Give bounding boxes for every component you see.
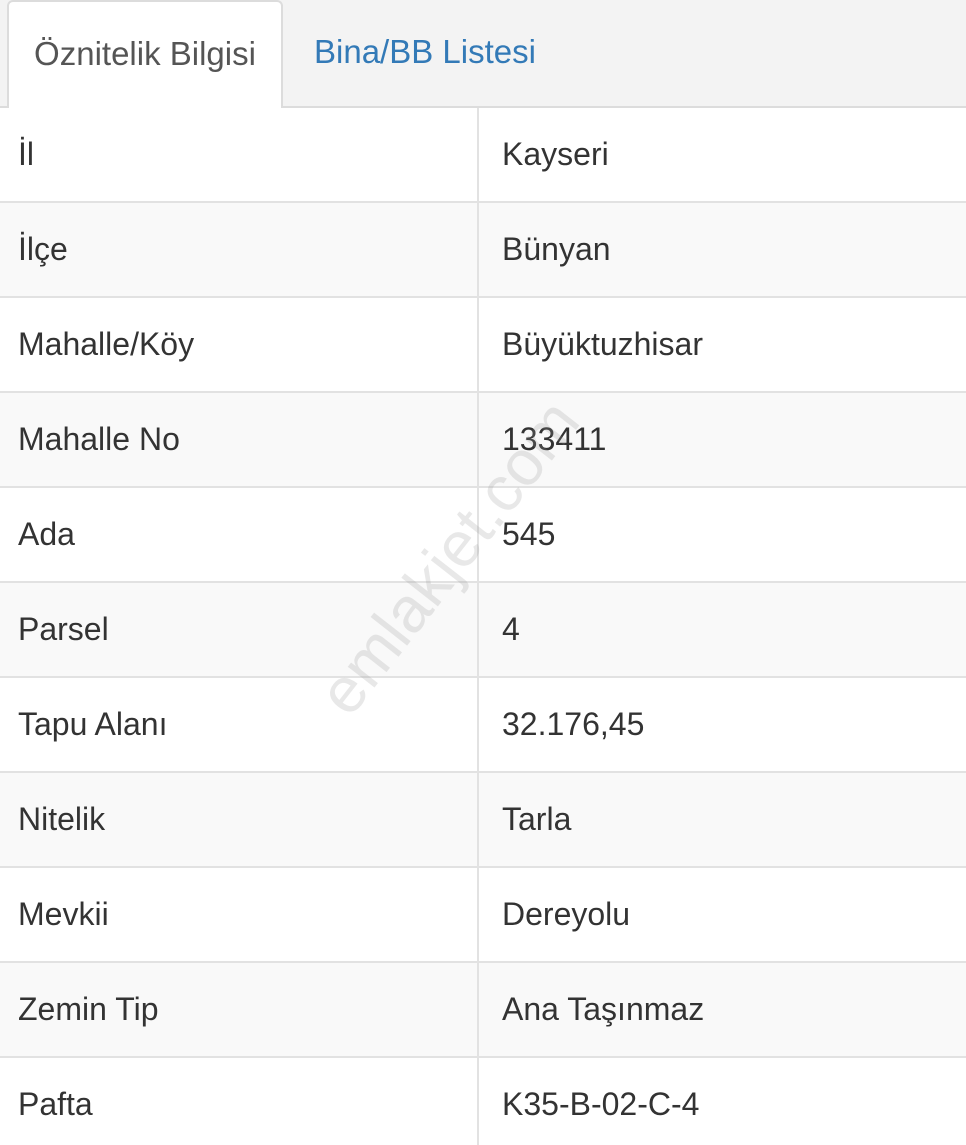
table-row: Parsel 4 <box>0 583 966 678</box>
column-divider <box>477 773 479 868</box>
row-value: Kayseri <box>502 136 609 172</box>
table-row: Mahalle/Köy Büyüktuzhisar <box>0 298 966 393</box>
row-value: Ana Taşınmaz <box>502 991 705 1027</box>
table-row: Mevkii Dereyolu <box>0 868 966 963</box>
column-divider <box>477 488 479 583</box>
column-divider <box>477 678 479 773</box>
column-divider <box>477 108 479 203</box>
column-divider <box>477 203 479 298</box>
row-label: Mahalle/Köy <box>18 326 195 362</box>
row-value: 133411 <box>502 421 607 457</box>
table-row: Ada 545 <box>0 488 966 583</box>
column-divider <box>477 963 479 1058</box>
tab-bina-bb-listesi[interactable]: Bina/BB Listesi <box>314 0 536 108</box>
tab-oznitelik-bilgisi[interactable]: Öznitelik Bilgisi <box>7 0 283 110</box>
row-label: Parsel <box>18 611 109 647</box>
table-row: İl Kayseri <box>0 108 966 203</box>
column-divider <box>477 393 479 488</box>
row-label: Tapu Alanı <box>18 706 168 742</box>
row-label: Nitelik <box>18 801 106 837</box>
row-label: Ada <box>18 516 75 552</box>
row-value: Dereyolu <box>502 896 631 932</box>
attribute-table: İl Kayseri İlçe Bünyan Mahalle/Köy Büyük… <box>0 108 966 1145</box>
table-row: Pafta K35-B-02-C-4 <box>0 1058 966 1145</box>
column-divider <box>477 298 479 393</box>
row-value: 4 <box>502 611 520 647</box>
tab-bar: Öznitelik Bilgisi Bina/BB Listesi <box>0 0 966 110</box>
column-divider <box>477 583 479 678</box>
table-row: Tapu Alanı 32.176,45 <box>0 678 966 773</box>
parcel-info-page: Öznitelik Bilgisi Bina/BB Listesi İl Kay… <box>0 0 966 1145</box>
row-label: Mevkii <box>18 896 109 932</box>
row-label: İl <box>18 136 34 172</box>
table-row: Mahalle No 133411 <box>0 393 966 488</box>
table-row: Nitelik Tarla <box>0 773 966 868</box>
row-value: K35-B-02-C-4 <box>502 1086 700 1122</box>
row-label: Zemin Tip <box>18 991 159 1027</box>
row-label: İlçe <box>18 231 68 267</box>
column-divider <box>477 1058 479 1145</box>
row-value: Bünyan <box>502 231 611 267</box>
row-label: Mahalle No <box>18 421 180 457</box>
row-value: 32.176,45 <box>502 706 645 742</box>
row-value: Büyüktuzhisar <box>502 326 703 362</box>
row-value: Tarla <box>502 801 572 837</box>
table-row: Zemin Tip Ana Taşınmaz <box>0 963 966 1058</box>
row-value: 545 <box>502 516 556 552</box>
column-divider <box>477 868 479 963</box>
row-label: Pafta <box>18 1086 93 1122</box>
table-row: İlçe Bünyan <box>0 203 966 298</box>
